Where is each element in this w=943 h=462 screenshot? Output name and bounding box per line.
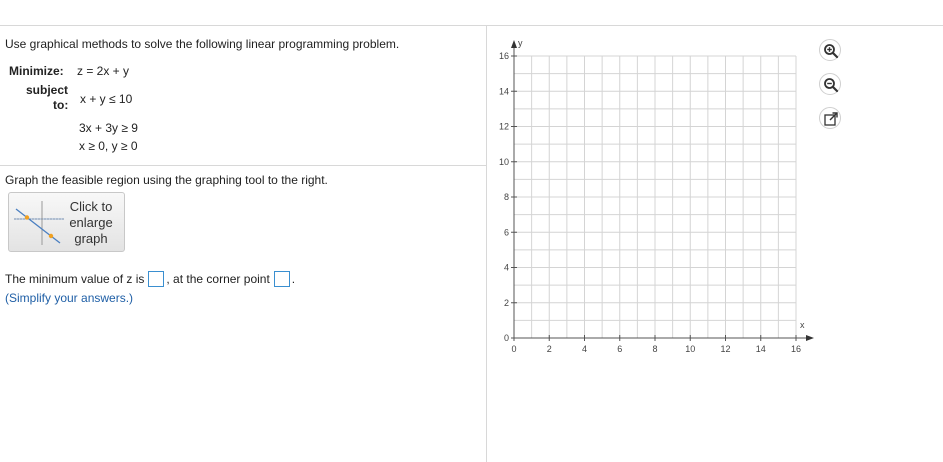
x-tick-label: 10 (685, 344, 695, 354)
minimize-label: Minimize: (9, 64, 64, 78)
y-tick-label: 10 (499, 157, 509, 167)
graph-instruction: Graph the feasible region using the grap… (5, 173, 328, 187)
y-axis-arrow (511, 40, 517, 48)
y-tick-label: 12 (499, 122, 509, 132)
zoom-in-button[interactable] (819, 39, 841, 61)
enlarge-button-label: Click to enlarge graph (63, 199, 119, 247)
x-tick-label: 2 (547, 344, 552, 354)
open-new-window-icon (824, 112, 838, 126)
enlarge-label-line-2: enlarge (69, 215, 113, 230)
x-tick-label: 14 (756, 344, 766, 354)
enlarge-label-line-3: graph (74, 231, 108, 246)
graph-thumbnail-icon (14, 201, 64, 245)
y-tick-label: 0 (504, 333, 509, 343)
answer-suffix: . (291, 272, 296, 286)
x-axis-arrow (806, 335, 814, 341)
y-tick-label: 14 (499, 86, 509, 96)
enlarge-label-line-1: Click to (69, 199, 113, 214)
open-new-window-button[interactable] (819, 107, 841, 129)
constraint-3: x ≥ 0, y ≥ 0 (79, 139, 138, 153)
zoom-out-icon (824, 78, 839, 93)
top-rule (0, 25, 943, 26)
y-axis-label: y (518, 38, 523, 48)
panel-divider (486, 26, 487, 462)
graphing-tool[interactable]: 0 2 4 6 8 10 12 14 16 0 2 4 6 8 10 12 14 16 x y (496, 36, 816, 366)
x-tick-label: 4 (582, 344, 587, 354)
answer-line: The minimum value of z is , at the corne… (5, 271, 295, 287)
x-tick-label: 12 (720, 344, 730, 354)
y-tick-label: 8 (504, 192, 509, 202)
x-axis-label: x (800, 320, 805, 330)
x-tick-label: 0 (511, 344, 516, 354)
y-tick-label: 2 (504, 298, 509, 308)
question-text: Use graphical methods to solve the follo… (5, 37, 400, 51)
x-tick-label: 16 (791, 344, 801, 354)
enlarge-graph-button[interactable]: Click to enlarge graph (8, 192, 125, 252)
corner-point-input[interactable] (273, 271, 290, 287)
zoom-in-icon (824, 44, 839, 59)
zoom-out-button[interactable] (819, 73, 841, 95)
objective-function: z = 2x + y (77, 64, 130, 78)
x-tick-label: 8 (652, 344, 657, 354)
constraint-1: x + y ≤ 10 (80, 92, 133, 106)
constraint-2: 3x + 3y ≥ 9 (79, 121, 138, 135)
section-divider (0, 165, 486, 166)
y-tick-label: 16 (499, 51, 509, 61)
x-tick-label: 6 (617, 344, 622, 354)
y-tick-label: 6 (504, 227, 509, 237)
simplify-hint: (Simplify your answers.) (5, 291, 134, 305)
answer-prefix: The minimum value of z is (5, 272, 145, 286)
subject-label: subject (26, 83, 69, 97)
answer-middle: , at the corner point (166, 272, 270, 286)
to-label: to: (53, 98, 69, 112)
min-value-input[interactable] (148, 271, 165, 287)
y-tick-label: 4 (504, 263, 509, 273)
